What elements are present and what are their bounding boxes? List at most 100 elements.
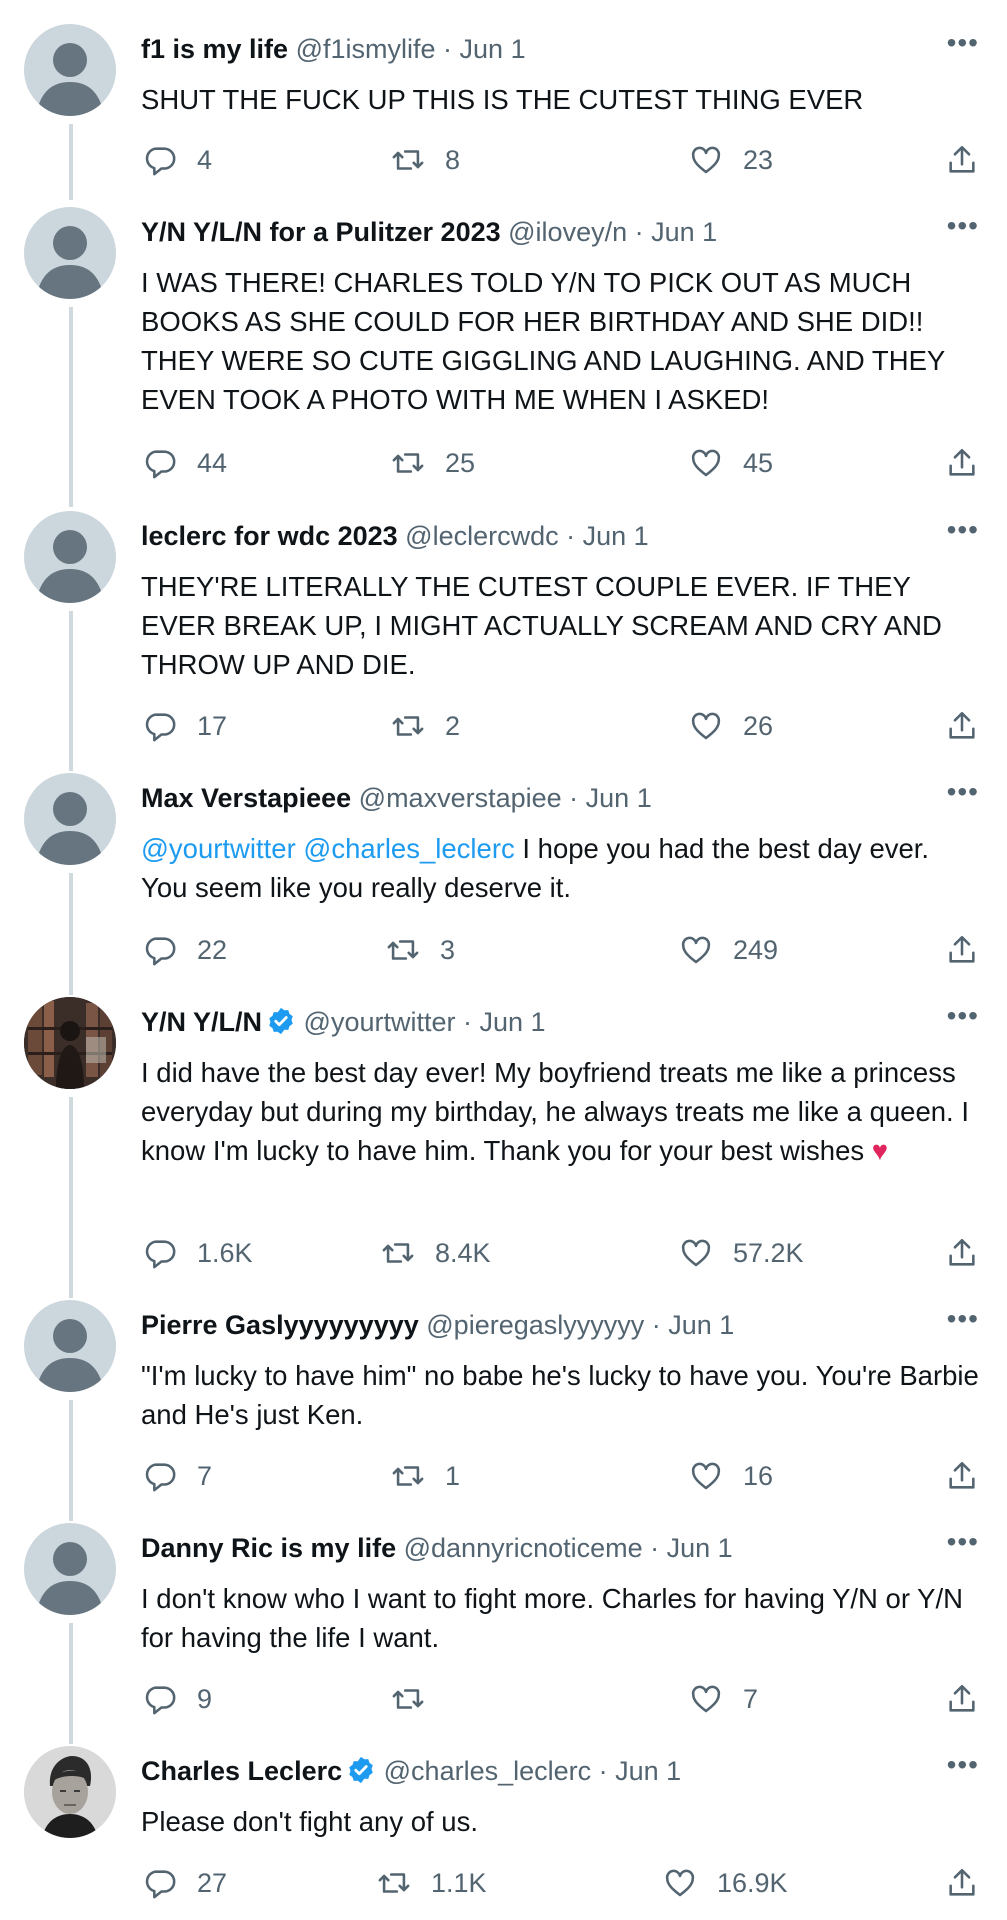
reply-button[interactable]: 44 bbox=[143, 443, 227, 483]
author-name[interactable]: Danny Ric is my life bbox=[141, 1533, 396, 1563]
more-icon[interactable]: ••• bbox=[947, 1525, 979, 1559]
tweet-header: leclerc for wdc 2023 @leclercwdc · Jun 1… bbox=[141, 514, 979, 553]
more-icon[interactable]: ••• bbox=[947, 999, 979, 1033]
reply-button[interactable]: 9 bbox=[143, 1679, 212, 1719]
like-icon bbox=[691, 712, 721, 740]
avatar[interactable] bbox=[24, 1746, 116, 1838]
share-button[interactable] bbox=[945, 140, 979, 180]
tweet-date[interactable]: · Jun 1 bbox=[569, 783, 652, 813]
author-handle[interactable]: @leclercwdc bbox=[405, 521, 558, 551]
author-handle[interactable]: @ilovey/n bbox=[508, 217, 627, 247]
avatar[interactable] bbox=[24, 1300, 116, 1392]
tweet[interactable]: Pierre Gaslyyyyyyyyy @pieregaslyyyyyy · … bbox=[0, 1300, 1007, 1523]
more-icon[interactable]: ••• bbox=[947, 775, 979, 809]
avatar[interactable] bbox=[24, 24, 116, 116]
thread-line bbox=[69, 873, 73, 995]
tweet-date[interactable]: · Jun 1 bbox=[566, 521, 649, 551]
tweet[interactable]: Max Verstapieee @maxverstapiee · Jun 1 •… bbox=[0, 773, 1007, 997]
mention-link[interactable]: @charles_leclerc bbox=[303, 833, 514, 864]
author-name[interactable]: Charles Leclerc bbox=[141, 1756, 342, 1786]
action-bar: 7 1 16 bbox=[141, 1456, 979, 1496]
like-button[interactable]: 7 bbox=[689, 1679, 758, 1719]
tweet-date[interactable]: · Jun 1 bbox=[652, 1310, 735, 1340]
author-name[interactable]: Y/N Y/L/N bbox=[141, 1007, 262, 1037]
tweet[interactable]: leclerc for wdc 2023 @leclercwdc · Jun 1… bbox=[0, 509, 1007, 773]
verified-icon bbox=[269, 1007, 293, 1035]
like-button[interactable]: 249 bbox=[679, 930, 778, 970]
retweet-button[interactable] bbox=[391, 1679, 445, 1719]
author-name[interactable]: f1 is my life bbox=[141, 34, 288, 64]
author-handle[interactable]: @f1ismylife bbox=[296, 34, 436, 64]
reply-button[interactable]: 4 bbox=[143, 140, 212, 180]
like-count: 7 bbox=[743, 1683, 759, 1714]
tweet[interactable]: Y/N Y/L/N for a Pulitzer 2023 @ilovey/n … bbox=[0, 205, 1007, 509]
retweet-button[interactable]: 1.1K bbox=[377, 1863, 487, 1903]
avatar[interactable] bbox=[24, 511, 116, 603]
like-count: 249 bbox=[733, 934, 779, 965]
share-button[interactable] bbox=[945, 1863, 979, 1903]
like-count: 23 bbox=[743, 144, 774, 175]
tweet-date[interactable]: · Jun 1 bbox=[635, 217, 718, 247]
like-count: 16 bbox=[743, 1460, 774, 1491]
reply-button[interactable]: 7 bbox=[143, 1456, 212, 1496]
share-icon bbox=[949, 448, 975, 476]
share-button[interactable] bbox=[945, 443, 979, 483]
tweet-date[interactable]: · Jun 1 bbox=[463, 1007, 546, 1037]
tweet-text: Please don't fight any of us. bbox=[141, 1806, 478, 1837]
author-name[interactable]: Y/N Y/L/N for a Pulitzer 2023 bbox=[141, 217, 501, 247]
tweet-date[interactable]: · Jun 1 bbox=[599, 1756, 682, 1786]
like-button[interactable]: 16 bbox=[689, 1456, 773, 1496]
share-button[interactable] bbox=[945, 1233, 979, 1273]
reply-button[interactable]: 27 bbox=[143, 1863, 227, 1903]
more-icon[interactable]: ••• bbox=[947, 26, 979, 60]
tweet[interactable]: Danny Ric is my life @dannyricnoticeme ·… bbox=[0, 1523, 1007, 1746]
retweet-button[interactable]: 2 bbox=[391, 706, 460, 746]
like-button[interactable]: 23 bbox=[689, 140, 773, 180]
author-name[interactable]: leclerc for wdc 2023 bbox=[141, 521, 398, 551]
author-handle[interactable]: @yourtwitter bbox=[304, 1007, 456, 1037]
tweet-body: I did have the best day ever! My boyfrie… bbox=[141, 1057, 969, 1166]
more-icon[interactable]: ••• bbox=[947, 209, 979, 243]
avatar[interactable] bbox=[24, 997, 116, 1089]
retweet-button[interactable]: 8.4K bbox=[381, 1233, 491, 1273]
retweet-button[interactable]: 25 bbox=[391, 443, 475, 483]
author-name[interactable]: Max Verstapieee bbox=[141, 783, 351, 813]
share-button[interactable] bbox=[945, 1456, 979, 1496]
like-button[interactable]: 16.9K bbox=[663, 1863, 788, 1903]
more-icon[interactable]: ••• bbox=[947, 513, 979, 547]
author-handle[interactable]: @pieregaslyyyyyy bbox=[426, 1310, 644, 1340]
reply-button[interactable]: 1.6K bbox=[143, 1233, 253, 1273]
tweet-text: THEY'RE LITERALLY THE CUTEST COUPLE EVER… bbox=[141, 571, 942, 680]
tweet[interactable]: Charles Leclerc @charles_leclerc · Jun 1… bbox=[0, 1746, 1007, 1920]
avatar[interactable] bbox=[24, 207, 116, 299]
avatar[interactable] bbox=[24, 1523, 116, 1615]
like-button[interactable]: 26 bbox=[689, 706, 773, 746]
retweet-button[interactable]: 1 bbox=[391, 1456, 460, 1496]
more-icon[interactable]: ••• bbox=[947, 1748, 979, 1782]
author-handle[interactable]: @charles_leclerc bbox=[384, 1756, 591, 1786]
tweet-date[interactable]: · Jun 1 bbox=[443, 34, 526, 64]
reply-button[interactable]: 17 bbox=[143, 706, 227, 746]
avatar[interactable] bbox=[24, 773, 116, 865]
mention-link[interactable]: @yourtwitter bbox=[141, 833, 296, 864]
more-icon[interactable]: ••• bbox=[947, 1302, 979, 1336]
share-button[interactable] bbox=[945, 930, 979, 970]
tweet-date[interactable]: · Jun 1 bbox=[650, 1533, 733, 1563]
share-button[interactable] bbox=[945, 706, 979, 746]
retweet-button[interactable]: 3 bbox=[386, 930, 455, 970]
tweet[interactable]: f1 is my life @f1ismylife · Jun 1 ••• SH… bbox=[0, 0, 1007, 205]
author-handle[interactable]: @maxverstapiee bbox=[359, 783, 562, 813]
author-name[interactable]: Pierre Gaslyyyyyyyyy bbox=[141, 1310, 419, 1340]
like-icon bbox=[681, 936, 711, 964]
like-icon bbox=[691, 1685, 721, 1713]
tweet-header: f1 is my life @f1ismylife · Jun 1 ••• bbox=[141, 27, 979, 66]
retweet-button[interactable]: 8 bbox=[391, 140, 460, 180]
share-button[interactable] bbox=[945, 1679, 979, 1719]
author-handle[interactable]: @dannyricnoticeme bbox=[404, 1533, 643, 1563]
action-bar: 1.6K 8.4K 57.2K bbox=[141, 1233, 979, 1273]
like-button[interactable]: 45 bbox=[689, 443, 773, 483]
action-bar: 27 1.1K 16.9K bbox=[141, 1863, 979, 1903]
reply-button[interactable]: 22 bbox=[143, 930, 227, 970]
tweet[interactable]: Y/N Y/L/N @yourtwitter · Jun 1 ••• I did… bbox=[0, 997, 1007, 1300]
like-button[interactable]: 57.2K bbox=[679, 1233, 804, 1273]
